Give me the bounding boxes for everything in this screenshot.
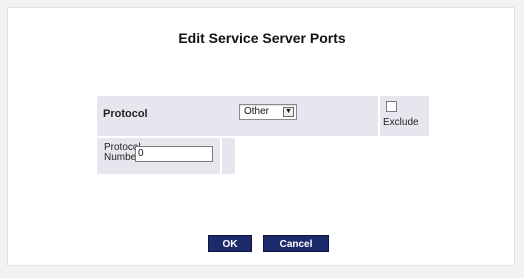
exclude-checkbox[interactable] <box>386 101 397 112</box>
protocol-label: Protocol <box>103 108 148 120</box>
protocol-select[interactable]: Other ▼ <box>239 104 297 120</box>
cancel-button[interactable]: Cancel <box>263 235 329 252</box>
page-title: Edit Service Server Ports <box>178 30 346 46</box>
protocol-row: Protocol Other ▼ Exclude <box>97 96 429 136</box>
exclude-cell: Exclude <box>378 96 429 136</box>
protocol-number-row: Protocol Number: 0 <box>97 136 235 174</box>
protocol-number-input[interactable]: 0 <box>135 146 213 162</box>
exclude-label: Exclude <box>383 117 419 128</box>
protocol-select-value: Other <box>244 106 270 117</box>
ok-button[interactable]: OK <box>208 235 252 252</box>
divider <box>220 138 222 174</box>
chevron-down-icon: ▼ <box>283 107 294 117</box>
